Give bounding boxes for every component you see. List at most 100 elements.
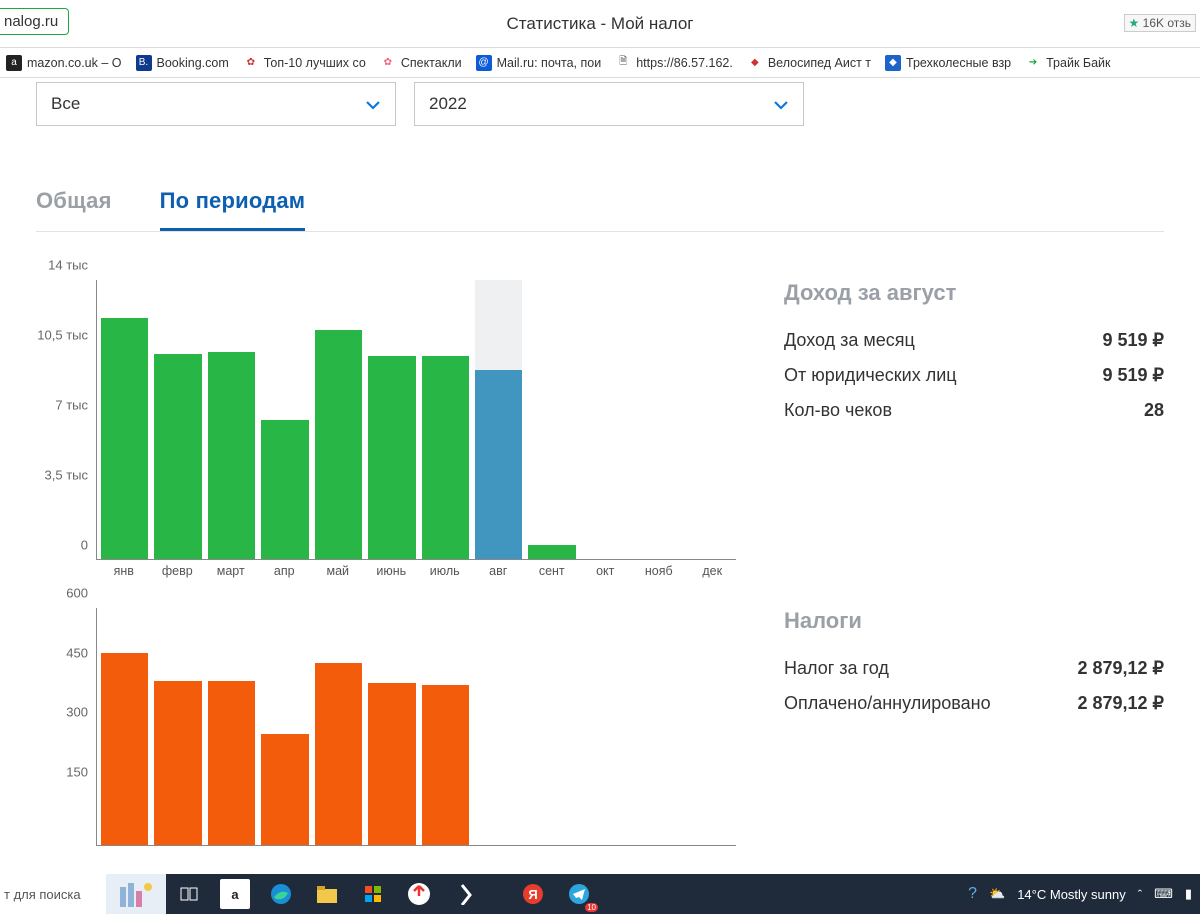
bar[interactable] [475, 280, 522, 559]
bookmark-item[interactable]: ◆Велосипед Аист т [747, 55, 871, 71]
tab-periods[interactable]: По периодам [160, 180, 306, 231]
bookmark-favicon-icon: B. [136, 55, 152, 71]
telegram-icon[interactable]: 10 [556, 874, 602, 914]
bar[interactable] [368, 608, 415, 845]
bookmark-item[interactable]: amazon.co.uk – O [6, 55, 122, 71]
weather-icon: ⛅ [989, 886, 1005, 902]
y-tick: 0 [81, 538, 88, 553]
bar[interactable] [582, 280, 629, 559]
bar[interactable] [154, 608, 201, 845]
bookmark-favicon-icon: a [6, 55, 22, 71]
filter-year-select[interactable]: 2022 [414, 82, 804, 126]
taskbar-widget[interactable] [106, 874, 166, 914]
filter-year-value: 2022 [429, 94, 467, 114]
lang-icon[interactable]: ⌨ [1154, 886, 1173, 902]
bar-fill [208, 352, 255, 559]
filter-type-select[interactable]: Все [36, 82, 396, 126]
bar[interactable] [689, 608, 736, 845]
x-tick: июнь [368, 560, 416, 580]
bookmark-label: Mail.ru: почта, пои [497, 56, 602, 70]
x-tick: апр [261, 560, 309, 580]
windows-taskbar[interactable]: т для поиска a Я 10 ? ⛅ 14°C Mostly sunn… [0, 874, 1200, 914]
income-stats-panel: Доход за август Доход за месяц 9 519 От юр… [736, 280, 1164, 580]
stat-value: 2 879,12 [1077, 658, 1164, 679]
bookmark-favicon-icon: @ [476, 55, 492, 71]
y-tick: 3,5 тыс [45, 468, 88, 483]
bookmark-item[interactable]: ✿Спектакли [380, 55, 462, 71]
stat-value: 9 519 [1103, 330, 1165, 351]
bar[interactable] [101, 608, 148, 845]
income-chart[interactable]: 03,5 тыс7 тыс10,5 тыс14 тыс янвфеврмарта… [96, 280, 736, 580]
stat-label: Налог за год [784, 658, 889, 679]
bar[interactable] [315, 608, 362, 845]
bookmark-item[interactable]: ➔Трайк Байк [1025, 55, 1110, 71]
stat-label: Доход за месяц [784, 330, 915, 351]
bookmark-favicon-icon: ➔ [1025, 55, 1041, 71]
help-icon[interactable]: ? [968, 885, 977, 903]
bar[interactable] [422, 608, 469, 845]
bar-fill [368, 356, 415, 559]
task-view-icon[interactable] [166, 874, 212, 914]
stat-label: От юридических лиц [784, 365, 957, 386]
yandex-browser-icon[interactable] [396, 874, 442, 914]
bar[interactable] [261, 608, 308, 845]
weather-text[interactable]: 14°C Mostly sunny [1017, 887, 1126, 902]
svg-text:Я: Я [528, 887, 537, 902]
bar[interactable] [528, 608, 575, 845]
x-tick: янв [100, 560, 148, 580]
bookmark-label: Трехколесные взр [906, 56, 1011, 70]
bookmark-label: Велосипед Аист т [768, 56, 871, 70]
bookmark-item[interactable]: B. Booking.com [136, 55, 229, 71]
bar[interactable] [101, 280, 148, 559]
y-tick: 450 [66, 645, 88, 660]
tax-chart[interactable]: 150300450600 [96, 608, 736, 866]
city-widget-icon [116, 879, 156, 909]
stat-line: Кол-во чеков28 [784, 400, 1164, 421]
explorer-icon[interactable] [304, 874, 350, 914]
bar-fill [208, 681, 255, 845]
bar[interactable] [261, 280, 308, 559]
bar[interactable] [208, 280, 255, 559]
bar[interactable] [422, 280, 469, 559]
app-icon[interactable] [442, 874, 488, 914]
amazon-icon[interactable]: a [220, 879, 250, 909]
bar-fill [101, 653, 148, 845]
tax-stats-panel: Налоги Налог за год2 879,12Оплачено/анну… [736, 608, 1164, 866]
edge-icon[interactable] [258, 874, 304, 914]
taskbar-search[interactable]: т для поиска [0, 874, 106, 914]
bar[interactable] [635, 608, 682, 845]
bookmark-item[interactable]: @ Mail.ru: почта, пои [476, 55, 602, 71]
bar[interactable] [368, 280, 415, 559]
x-tick: сент [528, 560, 576, 580]
store-icon[interactable] [350, 874, 396, 914]
x-tick: июль [421, 560, 469, 580]
bookmarks-bar: amazon.co.uk – O B. Booking.com ✿Топ-10 луч… [0, 48, 1200, 78]
income-stats-title: Доход за август [784, 280, 1164, 306]
bookmark-item[interactable]: ✿Топ-10 лучших со [243, 55, 366, 71]
bar[interactable] [154, 280, 201, 559]
bar[interactable] [689, 280, 736, 559]
yandex-icon[interactable]: Я [510, 874, 556, 914]
tab-general[interactable]: Общая [36, 180, 112, 231]
x-tick: авг [475, 560, 523, 580]
battery-icon[interactable]: ▮ [1185, 886, 1192, 902]
x-tick: нояб [635, 560, 683, 580]
stat-line: Оплачено/аннулировано2 879,12 [784, 693, 1164, 714]
bookmark-favicon-icon: ✿ [243, 55, 259, 71]
bar[interactable] [582, 608, 629, 845]
telegram-badge: 10 [585, 903, 598, 912]
bar-fill [261, 420, 308, 560]
tray-chevron-icon[interactable]: ˆ [1138, 887, 1142, 902]
bar-fill [315, 330, 362, 559]
bar[interactable] [208, 608, 255, 845]
system-tray[interactable]: ? ⛅ 14°C Mostly sunny ˆ ⌨ ▮ [968, 885, 1200, 903]
bar[interactable] [528, 280, 575, 559]
x-tick: май [314, 560, 362, 580]
bookmark-item[interactable]: 🗎https://86.57.162. [615, 55, 733, 71]
bar[interactable] [315, 280, 362, 559]
bar[interactable] [475, 608, 522, 845]
bar[interactable] [635, 280, 682, 559]
bookmark-item[interactable]: ◆Трехколесные взр [885, 55, 1011, 71]
reviews-badge[interactable]: 16K отзь [1124, 14, 1196, 32]
bookmark-label: Booking.com [157, 56, 229, 70]
